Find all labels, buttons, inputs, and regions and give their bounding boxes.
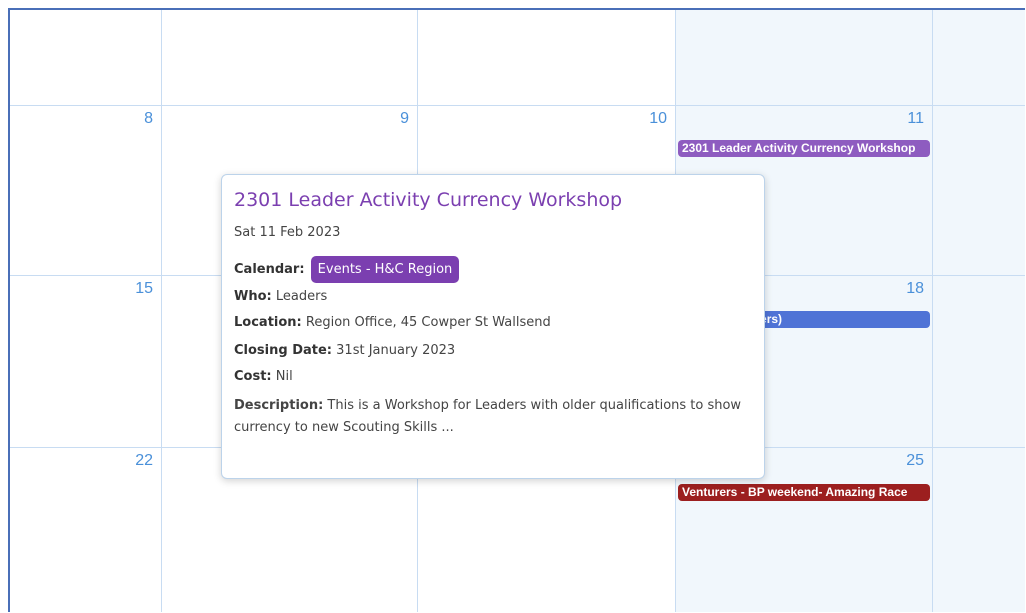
day-number[interactable]: 22 xyxy=(135,452,153,470)
location-row: Location: Region Office, 45 Cowper St Wa… xyxy=(234,313,752,333)
popup-title[interactable]: 2301 Leader Activity Currency Workshop xyxy=(234,187,752,213)
day-number[interactable]: 15 xyxy=(135,280,153,298)
day-cell-8[interactable]: 8 xyxy=(10,106,162,276)
day-cell[interactable] xyxy=(162,10,418,106)
closing-date-row: Closing Date: 31st January 2023 xyxy=(234,341,752,361)
cost-value: Nil xyxy=(275,369,293,384)
who-label: Who: xyxy=(234,289,272,304)
who-value: Leaders xyxy=(275,289,328,304)
day-cell[interactable] xyxy=(933,448,1025,612)
calendar-row: Calendar: Events - H&C Region xyxy=(234,256,752,283)
day-number[interactable]: 10 xyxy=(649,110,667,128)
closing-date-value: 31st January 2023 xyxy=(336,343,456,358)
day-number[interactable]: 9 xyxy=(400,110,409,128)
description-row: Description: This is a Workshop for Lead… xyxy=(234,395,752,439)
day-cell[interactable] xyxy=(676,10,933,106)
day-number[interactable]: 25 xyxy=(906,452,924,470)
day-cell[interactable] xyxy=(418,10,676,106)
cost-label: Cost: xyxy=(234,369,272,384)
closing-date-label: Closing Date: xyxy=(234,343,333,358)
location-label: Location: xyxy=(234,315,302,330)
day-number[interactable]: 18 xyxy=(906,280,924,298)
day-number[interactable]: 11 xyxy=(907,110,924,128)
description-label: Description: xyxy=(234,398,324,413)
popup-date: Sat 11 Feb 2023 xyxy=(234,225,341,240)
location-value: Region Office, 45 Cowper St Wallsend xyxy=(305,315,551,330)
day-cell[interactable] xyxy=(933,106,1025,276)
who-row: Who: Leaders xyxy=(234,287,752,307)
day-cell-15[interactable]: 15 xyxy=(10,276,162,448)
calendar-badge[interactable]: Events - H&C Region xyxy=(310,256,460,283)
cost-row: Cost: Nil xyxy=(234,367,752,387)
day-cell[interactable] xyxy=(10,10,162,106)
day-number[interactable]: 8 xyxy=(144,110,153,128)
day-cell-22[interactable]: 22 xyxy=(10,448,162,612)
event-chip-venturers[interactable]: Venturers - BP weekend- Amazing Race xyxy=(678,484,930,501)
day-cell[interactable] xyxy=(933,276,1025,448)
calendar-label: Calendar: xyxy=(234,262,305,277)
event-details-popup: 2301 Leader Activity Currency Workshop S… xyxy=(221,174,765,479)
day-cell[interactable] xyxy=(933,10,1025,106)
event-chip-leader-workshop[interactable]: 2301 Leader Activity Currency Workshop xyxy=(678,140,930,157)
